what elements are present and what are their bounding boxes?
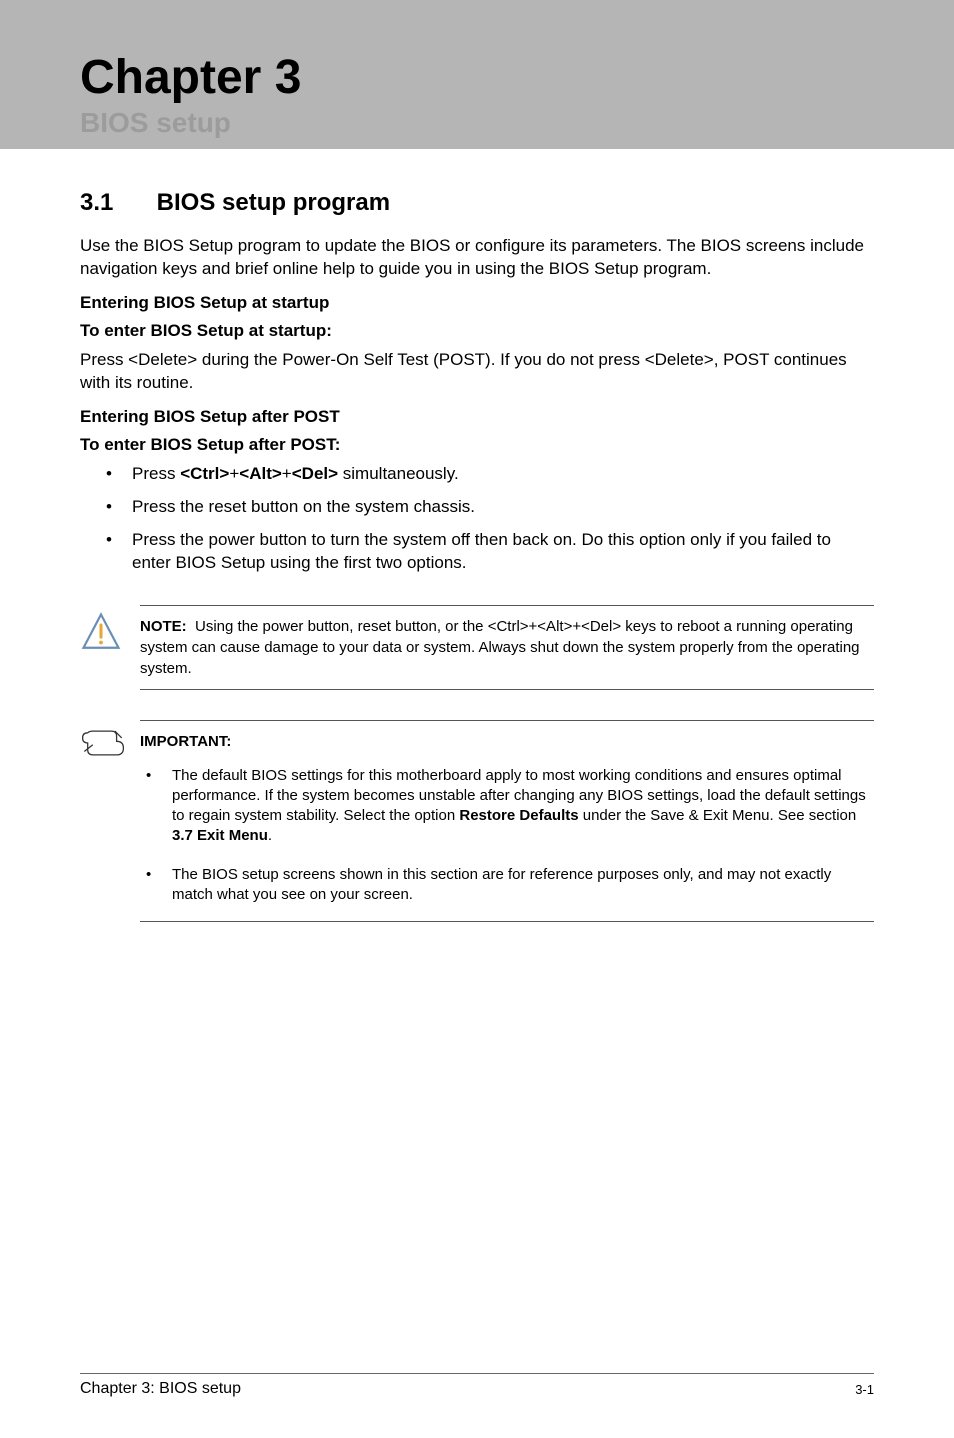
footer-right: 3-1 xyxy=(855,1382,874,1397)
exit-menu-bold: 3.7 Exit Menu xyxy=(172,827,268,844)
page-footer: Chapter 3: BIOS setup 3-1 xyxy=(80,1373,874,1398)
section-number: 3.1 xyxy=(80,189,150,217)
plus-1: + xyxy=(229,464,239,483)
important-text-mid: under the Save & Exit Menu. See section xyxy=(579,807,857,824)
plus-2: + xyxy=(282,464,292,483)
section-title: BIOS setup program xyxy=(157,189,390,216)
note-text: Using the power button, reset button, or… xyxy=(140,618,860,677)
list-item: Press the power button to turn the syste… xyxy=(106,529,874,575)
list-item: The BIOS setup screens shown in this sec… xyxy=(146,865,874,906)
footer-left: Chapter 3: BIOS setup xyxy=(80,1380,241,1398)
important-callout: IMPORTANT: The default BIOS settings for… xyxy=(80,720,874,923)
list-text-suffix: simultaneously. xyxy=(338,464,459,483)
intro-paragraph: Use the BIOS Setup program to update the… xyxy=(80,235,874,281)
list-item: Press the reset button on the system cha… xyxy=(106,496,874,519)
section-heading: 3.1 BIOS setup program xyxy=(80,189,874,217)
restore-defaults-bold: Restore Defaults xyxy=(459,807,578,824)
startup-heading-2: To enter BIOS Setup at startup: xyxy=(80,321,874,341)
chapter-subtitle: BIOS setup xyxy=(80,107,874,139)
note-callout-body: NOTE: Using the power button, reset butt… xyxy=(140,605,874,690)
key-ctrl: <Ctrl> xyxy=(180,464,229,483)
chapter-header-band: Chapter 3 BIOS setup xyxy=(0,0,954,149)
post-bullet-list: Press <Ctrl>+<Alt>+<Del> simultaneously.… xyxy=(80,463,874,575)
warning-icon xyxy=(80,605,140,658)
important-callout-body: IMPORTANT: The default BIOS settings for… xyxy=(140,720,874,923)
list-item: Press <Ctrl>+<Alt>+<Del> simultaneously. xyxy=(106,463,874,486)
important-bullet-list: The default BIOS settings for this mothe… xyxy=(140,766,874,906)
page-content: 3.1 BIOS setup program Use the BIOS Setu… xyxy=(0,189,954,922)
startup-heading-1: Entering BIOS Setup at startup xyxy=(80,293,874,313)
post-heading-2: To enter BIOS Setup after POST: xyxy=(80,435,874,455)
startup-text: Press <Delete> during the Power-On Self … xyxy=(80,349,874,395)
note-callout: NOTE: Using the power button, reset butt… xyxy=(80,605,874,690)
important-label: IMPORTANT: xyxy=(140,731,874,752)
key-alt: <Alt> xyxy=(239,464,282,483)
list-item: The default BIOS settings for this mothe… xyxy=(146,766,874,847)
note-icon xyxy=(80,720,140,765)
important-text-post: . xyxy=(268,827,272,844)
key-del: <Del> xyxy=(292,464,338,483)
chapter-title: Chapter 3 xyxy=(80,50,874,105)
note-label: NOTE: xyxy=(140,618,187,635)
list-text-prefix: Press xyxy=(132,464,180,483)
post-heading-1: Entering BIOS Setup after POST xyxy=(80,407,874,427)
